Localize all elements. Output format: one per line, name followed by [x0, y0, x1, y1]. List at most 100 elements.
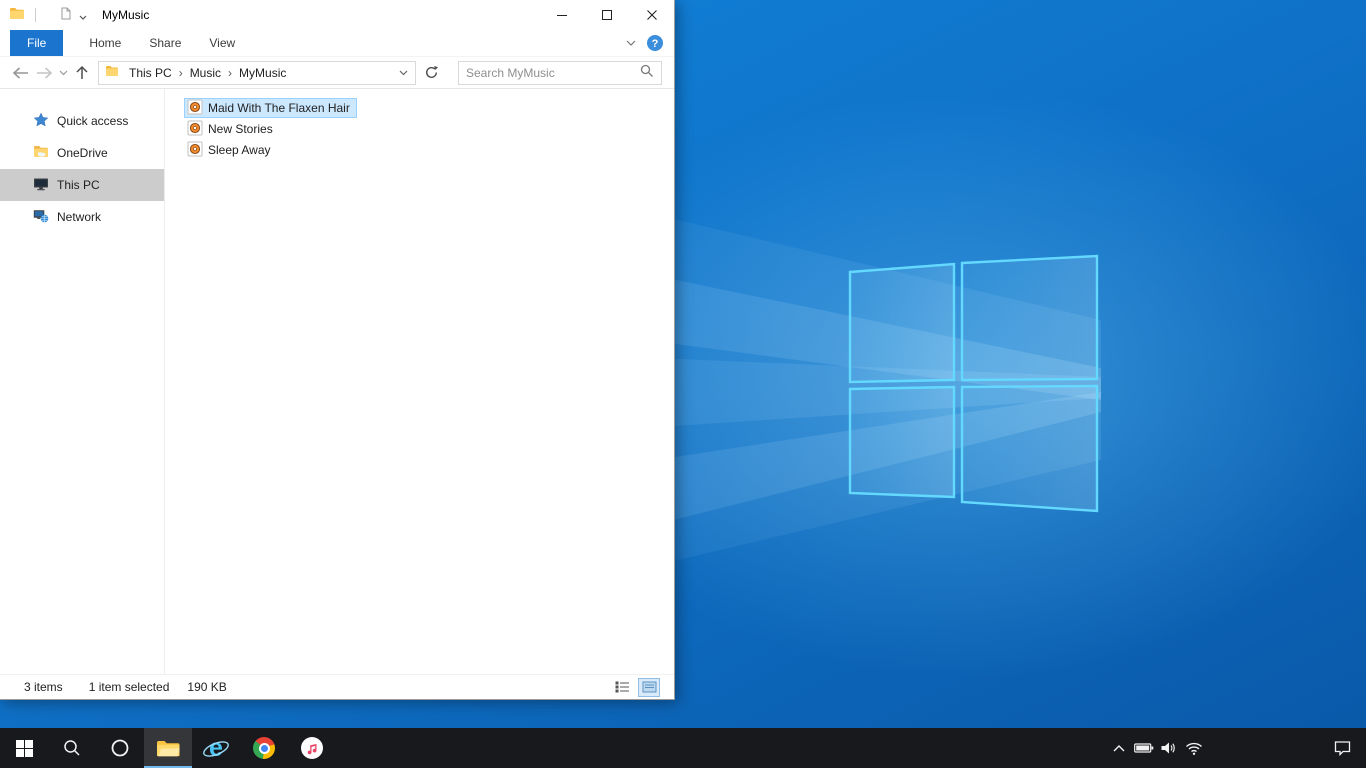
network-wifi-button[interactable] [1181, 728, 1206, 768]
action-center-button[interactable] [1318, 728, 1366, 768]
forward-arrow-icon [36, 66, 52, 79]
battery-button[interactable] [1131, 728, 1156, 768]
speaker-icon [1161, 742, 1175, 754]
back-button[interactable] [8, 61, 32, 85]
sidebar-item-quick-access[interactable]: Quick access [0, 105, 164, 137]
breadcrumb-mymusic[interactable]: MyMusic [233, 66, 292, 80]
window-body: Quick access OneDrive This PC Network Ma… [0, 89, 674, 674]
taskbar-itunes-button[interactable] [288, 728, 336, 768]
sidebar-item-label: OneDrive [57, 146, 108, 160]
details-view-icon [615, 681, 629, 693]
maximize-button[interactable] [584, 0, 629, 30]
volume-button[interactable] [1156, 728, 1181, 768]
chevron-down-icon [626, 40, 636, 46]
status-bar: 3 items 1 item selected 190 KB [0, 674, 674, 699]
titlebar[interactable]: MyMusic [0, 0, 674, 30]
quick-access-toolbar [0, 7, 87, 23]
action-center-icon [1334, 741, 1350, 756]
caption-buttons [539, 0, 674, 30]
chevron-down-icon [59, 70, 67, 75]
qat-customize-button[interactable] [79, 8, 87, 23]
chevron-up-icon [1113, 744, 1124, 751]
file-item[interactable]: Sleep Away [184, 140, 278, 160]
taskbar-search-button[interactable] [48, 728, 96, 768]
audio-file-icon [187, 141, 203, 160]
sidebar-item-label: This PC [57, 178, 100, 192]
file-list[interactable]: Maid With The Flaxen Hair New Stories Sl… [165, 89, 674, 674]
tab-view[interactable]: View [195, 30, 249, 56]
star-icon [33, 112, 49, 130]
search-box [458, 60, 662, 85]
file-name: Sleep Away [208, 143, 271, 157]
windows-logo-icon [15, 739, 33, 757]
taskbar-chrome-button[interactable] [240, 728, 288, 768]
itunes-icon [301, 737, 323, 759]
view-toggles [611, 677, 664, 697]
thumbnails-view-icon [642, 681, 656, 693]
help-icon: ? [647, 35, 663, 51]
taskbar-spacer [1206, 728, 1318, 768]
cortana-button[interactable] [96, 728, 144, 768]
taskbar: e [0, 728, 1366, 768]
tab-share[interactable]: Share [135, 30, 195, 56]
breadcrumb-music[interactable]: Music [184, 66, 227, 80]
up-button[interactable] [70, 61, 94, 85]
wifi-icon [1185, 742, 1202, 755]
hidden-icons-button[interactable] [1106, 728, 1131, 768]
refresh-button[interactable] [418, 61, 444, 85]
sidebar-item-network[interactable]: Network [0, 201, 164, 233]
close-button[interactable] [629, 0, 674, 30]
sidebar-item-label: Network [57, 210, 102, 224]
breadcrumb-this-pc[interactable]: This PC [123, 66, 178, 80]
chevron-down-icon [399, 70, 408, 75]
search-icon [640, 64, 654, 81]
ribbon-right-controls: ? [626, 30, 674, 56]
address-row: This PC › Music › MyMusic [0, 56, 674, 89]
details-view-button[interactable] [611, 678, 633, 697]
file-name: Maid With The Flaxen Hair [208, 101, 350, 115]
ribbon-tabs: File Home Share View ? [0, 30, 674, 56]
file-item[interactable]: Maid With The Flaxen Hair [184, 98, 357, 118]
navigation-pane: Quick access OneDrive This PC Network [0, 89, 165, 674]
back-arrow-icon [12, 66, 28, 79]
tab-home[interactable]: Home [75, 30, 135, 56]
sidebar-item-onedrive[interactable]: OneDrive [0, 137, 164, 169]
audio-file-icon [187, 99, 203, 118]
qat-file-icon [60, 7, 72, 23]
close-icon [646, 10, 657, 20]
network-icon [33, 209, 49, 226]
maximize-icon [601, 10, 612, 20]
sidebar-item-this-pc[interactable]: This PC [0, 169, 164, 201]
file-explorer-icon [157, 740, 180, 756]
audio-file-icon [187, 120, 203, 139]
battery-icon [1133, 743, 1153, 753]
address-bar[interactable]: This PC › Music › MyMusic [98, 60, 416, 85]
forward-button[interactable] [32, 61, 56, 85]
cortana-icon [111, 739, 129, 757]
search-icon [64, 740, 80, 756]
sidebar-item-label: Quick access [57, 114, 129, 128]
minimize-button[interactable] [539, 0, 584, 30]
help-button[interactable]: ? [647, 35, 663, 51]
up-arrow-icon [76, 65, 88, 79]
chrome-icon [253, 737, 275, 759]
file-item[interactable]: New Stories [184, 119, 280, 139]
search-input[interactable] [466, 65, 640, 80]
window-folder-icon [9, 7, 25, 23]
start-button[interactable] [0, 728, 48, 768]
refresh-icon [425, 66, 438, 78]
qat-divider [35, 8, 36, 22]
recent-locations-button[interactable] [56, 61, 70, 85]
window-title: MyMusic [102, 8, 150, 22]
tab-file[interactable]: File [10, 30, 64, 56]
system-tray [1106, 728, 1206, 768]
computer-icon [33, 177, 49, 194]
taskbar-internet-explorer-button[interactable]: e [192, 728, 240, 768]
thumbnails-view-button[interactable] [638, 677, 660, 697]
address-dropdown-button[interactable] [395, 70, 412, 76]
qat-toolbar-button[interactable] [60, 7, 72, 23]
explorer-window: MyMusic File Home Share View ? This PC ›… [0, 0, 675, 700]
minimize-icon [556, 14, 567, 16]
expand-ribbon-button[interactable] [626, 40, 636, 46]
taskbar-file-explorer-button[interactable] [144, 728, 192, 768]
